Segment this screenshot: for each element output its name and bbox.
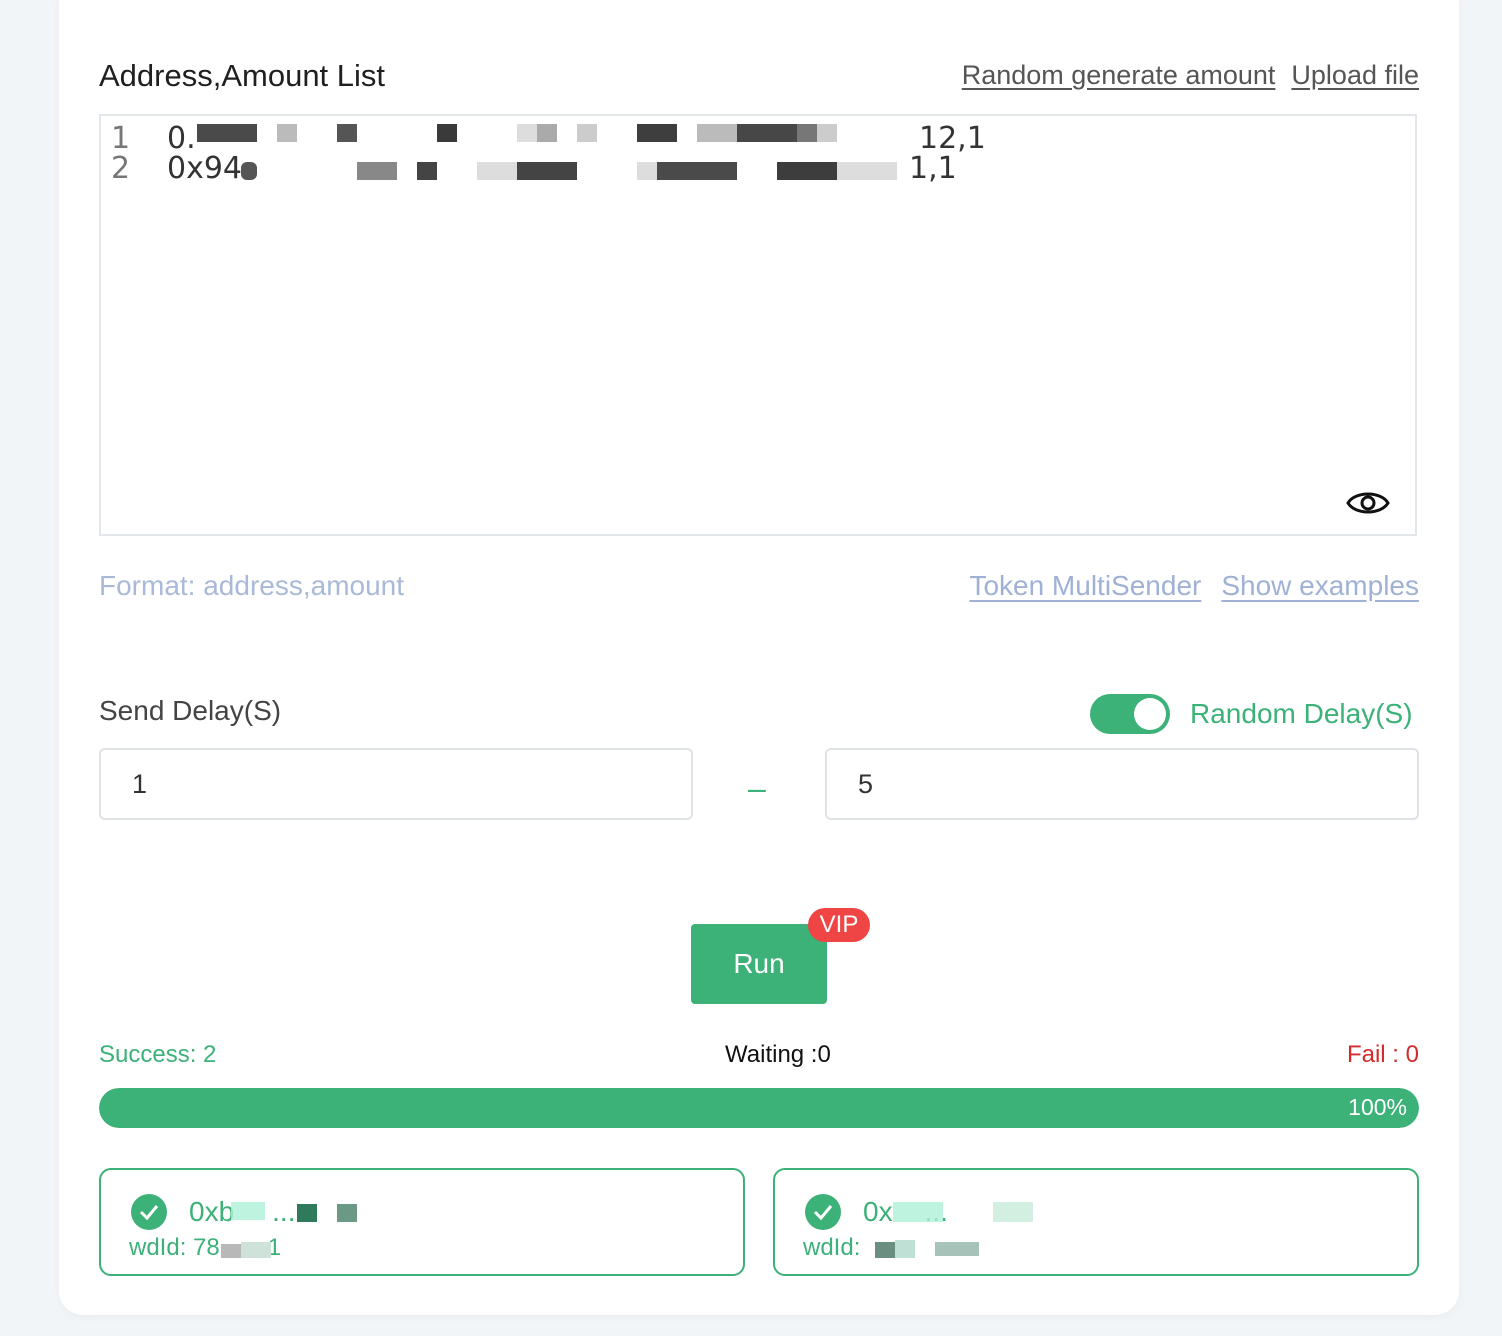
- vip-badge: VIP: [808, 908, 870, 942]
- redaction-mask: [197, 124, 917, 146]
- progress-fill: 100%: [99, 1088, 1419, 1128]
- line-suffix: 12,1: [919, 121, 986, 156]
- result-card[interactable]: 0x... wdId:: [773, 1168, 1419, 1276]
- result-card[interactable]: 0xb... wdId: 78 1: [99, 1168, 745, 1276]
- random-generate-amount-link[interactable]: Random generate amount: [962, 60, 1276, 91]
- toggle-knob: [1134, 698, 1166, 730]
- fail-count: Fail : 0: [1346, 1041, 1419, 1068]
- line-prefix: 0.: [167, 121, 196, 156]
- tx-hash-prefix: 0x: [863, 1196, 893, 1227]
- eye-icon[interactable]: [1345, 486, 1391, 520]
- line-prefix: 0x94: [167, 151, 243, 186]
- wdid-prefix: wdId: 78: [129, 1234, 220, 1261]
- address-list-title: Address,Amount List: [99, 58, 386, 93]
- redaction-mask: [221, 1240, 281, 1260]
- max-delay-input[interactable]: 5: [825, 748, 1419, 820]
- success-count: Success: 2: [99, 1041, 217, 1068]
- address-amount-editor[interactable]: 1 0. 12,1 2 0x94 1,1: [99, 114, 1417, 536]
- address-list-actions: Random generate amount Upload file: [962, 60, 1419, 91]
- helper-links: Token MultiSender Show examples: [969, 570, 1419, 602]
- redaction-mask: [241, 156, 921, 182]
- check-icon: [805, 1194, 841, 1230]
- upload-file-link[interactable]: Upload file: [1291, 60, 1419, 91]
- range-separator: –: [748, 770, 766, 806]
- check-icon: [131, 1194, 167, 1230]
- run-button[interactable]: Run: [691, 924, 827, 1004]
- wdid-text: wdId:: [803, 1234, 860, 1262]
- waiting-count: Waiting :0: [725, 1041, 831, 1068]
- redaction-mask: [875, 1238, 985, 1260]
- token-multisender-link[interactable]: Token MultiSender: [969, 570, 1201, 602]
- wdid-prefix: wdId:: [803, 1234, 861, 1261]
- random-delay-label: Random Delay(S): [1190, 698, 1413, 729]
- random-delay-toggle[interactable]: [1090, 694, 1170, 734]
- progress-text: 100%: [1348, 1094, 1407, 1120]
- line-number: 2: [111, 151, 131, 186]
- min-delay-input[interactable]: 1: [99, 748, 693, 820]
- progress-bar: 100%: [99, 1088, 1419, 1128]
- line-number: 1: [111, 121, 131, 156]
- redaction-mask: [231, 1202, 411, 1224]
- show-examples-link[interactable]: Show examples: [1221, 570, 1419, 602]
- tx-hash-prefix: 0xb: [189, 1196, 235, 1227]
- format-hint: Format: address,amount: [99, 570, 405, 601]
- send-delay-label: Send Delay(S): [99, 695, 282, 726]
- redaction-mask: [893, 1202, 1053, 1226]
